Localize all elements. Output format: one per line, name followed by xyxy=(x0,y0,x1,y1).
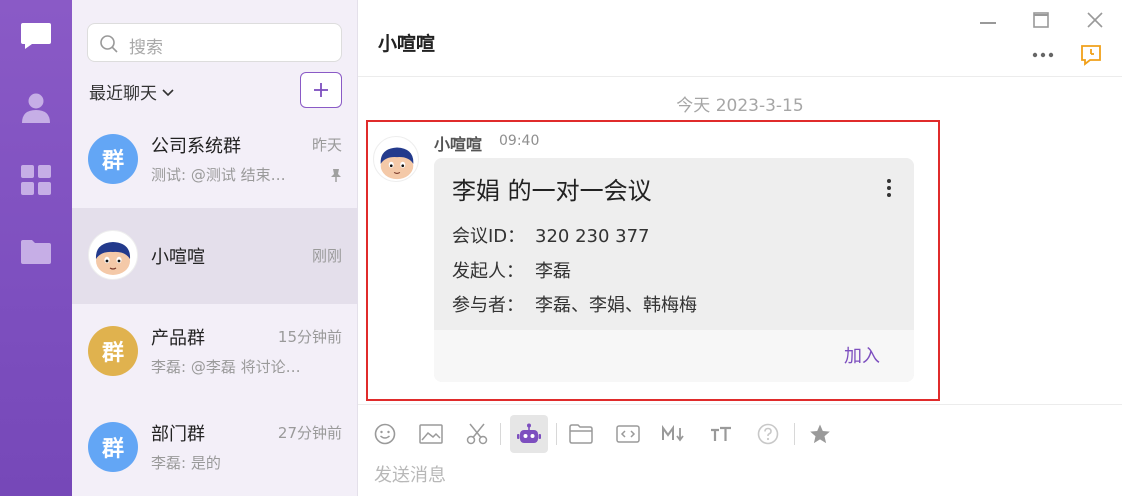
plus-icon xyxy=(314,83,328,97)
conversation-list-panel: 搜索 最近聊天 群 公司系统群 昨天 测试: @测试 结束… 小喧喧 刚刚 群 xyxy=(72,0,358,496)
text-size-icon[interactable] xyxy=(707,420,735,448)
image-icon[interactable] xyxy=(417,420,445,448)
conversation-name: 小喧喧 xyxy=(151,247,205,268)
apps-icon[interactable] xyxy=(20,164,52,196)
markdown-icon[interactable] xyxy=(660,420,688,448)
conversation-time: 27分钟前 xyxy=(277,424,342,442)
meeting-id-label: 会议ID： xyxy=(452,226,526,247)
meeting-id-row: 会议ID： 320 230 377 xyxy=(452,222,650,248)
meeting-id-value: 320 230 377 xyxy=(535,226,650,247)
conversation-preview: 李磊: 是的 xyxy=(151,454,221,472)
chat-title: 小喧喧 xyxy=(378,33,436,55)
robot-icon[interactable] xyxy=(510,415,548,453)
minimize-icon[interactable] xyxy=(976,8,1000,32)
close-icon[interactable] xyxy=(1083,8,1107,32)
code-icon[interactable] xyxy=(614,420,642,448)
group-avatar: 群 xyxy=(88,326,138,376)
sender-avatar xyxy=(373,136,419,182)
initiator-value: 李磊 xyxy=(535,261,571,282)
meeting-title: 李娟 的一对一会议 xyxy=(452,177,652,205)
chat-window: 小喧喧 今天 2023-3-15 小喧喧 09:40 李娟 的一对一会议 会议I… xyxy=(358,0,1122,496)
toolbar-separator xyxy=(556,423,557,445)
conversation-name: 公司系统群 xyxy=(151,136,241,157)
message-sender: 小喧喧 xyxy=(434,135,483,154)
conversation-preview: 测试: @测试 结束… xyxy=(151,166,286,184)
initiator-label: 发起人： xyxy=(452,261,524,282)
input-divider xyxy=(358,404,1122,405)
meeting-card: 李娟 的一对一会议 会议ID： 320 230 377 发起人： 李磊 参与者： 李磊… xyxy=(434,158,914,382)
toolbar-separator xyxy=(794,423,795,445)
group-avatar: 群 xyxy=(88,422,138,472)
participants-row: 参与者： 李磊、李娟、韩梅梅 xyxy=(452,291,697,317)
folder-icon[interactable] xyxy=(567,420,595,448)
participants-label: 参与者： xyxy=(452,295,524,316)
emoji-icon[interactable] xyxy=(371,420,399,448)
join-button[interactable]: 加入 xyxy=(844,342,880,368)
contacts-icon[interactable] xyxy=(20,92,52,124)
xiaoxuanxuan-avatar xyxy=(88,230,138,280)
message-input[interactable]: 发送消息 xyxy=(374,461,446,487)
pin-icon xyxy=(331,169,341,182)
recent-chats-label: 最近聊天 xyxy=(89,84,157,104)
group-avatar: 群 xyxy=(88,134,138,184)
folder-icon[interactable] xyxy=(20,236,52,268)
help-icon[interactable] xyxy=(754,420,782,448)
conversation-time: 15分钟前 xyxy=(277,328,342,346)
conversation-name: 部门群 xyxy=(151,424,205,445)
conversation-preview: 李磊: @李磊 将讨论… xyxy=(151,358,301,376)
conversation-item[interactable]: 群 公司系统群 昨天 测试: @测试 结束… xyxy=(72,112,358,208)
reminder-icon[interactable] xyxy=(1079,43,1103,71)
search-input[interactable]: 搜索 xyxy=(87,23,342,62)
toolbar-separator xyxy=(500,423,501,445)
conversation-item[interactable]: 群 产品群 15分钟前 李磊: @李磊 将讨论… xyxy=(72,304,358,400)
card-footer xyxy=(434,330,914,382)
conversation-name: 产品群 xyxy=(151,328,205,349)
star-icon[interactable] xyxy=(806,420,834,448)
conversation-time: 昨天 xyxy=(311,136,342,154)
more-options-icon[interactable] xyxy=(1032,47,1054,67)
participants-value: 李磊、李娟、韩梅梅 xyxy=(535,295,697,316)
conversation-item[interactable]: 群 部门群 27分钟前 李磊: 是的 xyxy=(72,400,358,496)
search-placeholder: 搜索 xyxy=(129,38,163,58)
chevron-down-icon xyxy=(162,88,174,96)
add-conversation-button[interactable] xyxy=(300,72,342,108)
date-divider: 今天 2023-3-15 xyxy=(676,96,804,116)
scissors-icon[interactable] xyxy=(463,420,491,448)
initiator-row: 发起人： 李磊 xyxy=(452,257,571,283)
recent-chats-dropdown[interactable]: 最近聊天 xyxy=(89,79,175,104)
maximize-icon[interactable] xyxy=(1029,8,1053,32)
conversation-item[interactable]: 小喧喧 刚刚 xyxy=(72,208,358,304)
card-more-icon[interactable] xyxy=(886,178,892,198)
app-sidebar xyxy=(0,0,72,496)
conversation-time: 刚刚 xyxy=(311,247,342,265)
message-time: 09:40 xyxy=(499,133,540,149)
chat-icon[interactable] xyxy=(20,20,52,52)
search-icon xyxy=(100,35,118,53)
header-divider xyxy=(358,76,1122,77)
